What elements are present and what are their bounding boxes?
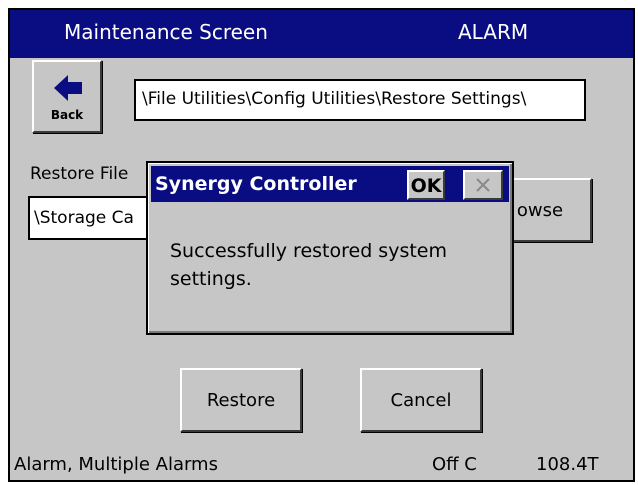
left-arrow-icon [54,75,82,101]
value-status-text: 108.4T [536,454,599,475]
status-bar: Alarm, Multiple Alarms Off C 108.4T [10,452,633,480]
maintenance-screen: Maintenance Screen ALARM Back \File Util… [8,8,635,482]
back-button-label: Back [50,108,84,122]
alarm-status-text: Alarm, Multiple Alarms [14,454,218,475]
close-icon [476,178,490,192]
dialog-ok-button[interactable]: OK [407,170,445,200]
cancel-button-label: Cancel [390,390,452,411]
alarm-indicator: ALARM [458,20,529,44]
restore-file-label: Restore File [30,164,129,184]
restore-button-label: Restore [206,390,276,411]
screen-title: Maintenance Screen [64,20,268,44]
dialog-title: Synergy Controller [155,173,357,195]
restore-button[interactable]: Restore [180,368,302,432]
message-dialog: Synergy Controller OK Successfully resto… [146,161,514,335]
cancel-button[interactable]: Cancel [360,368,482,432]
back-button[interactable]: Back [32,60,102,133]
dialog-message: Successfully restored system settings. [170,240,447,290]
title-bar: Maintenance Screen ALARM [10,10,633,58]
dialog-close-button[interactable] [463,170,503,200]
dialog-title-bar: Synergy Controller OK [151,166,509,202]
path-field[interactable]: \File Utilities\Config Utilities\Restore… [134,79,586,121]
browse-button-label: owse [516,200,564,221]
mode-status-text: Off C [432,454,477,475]
